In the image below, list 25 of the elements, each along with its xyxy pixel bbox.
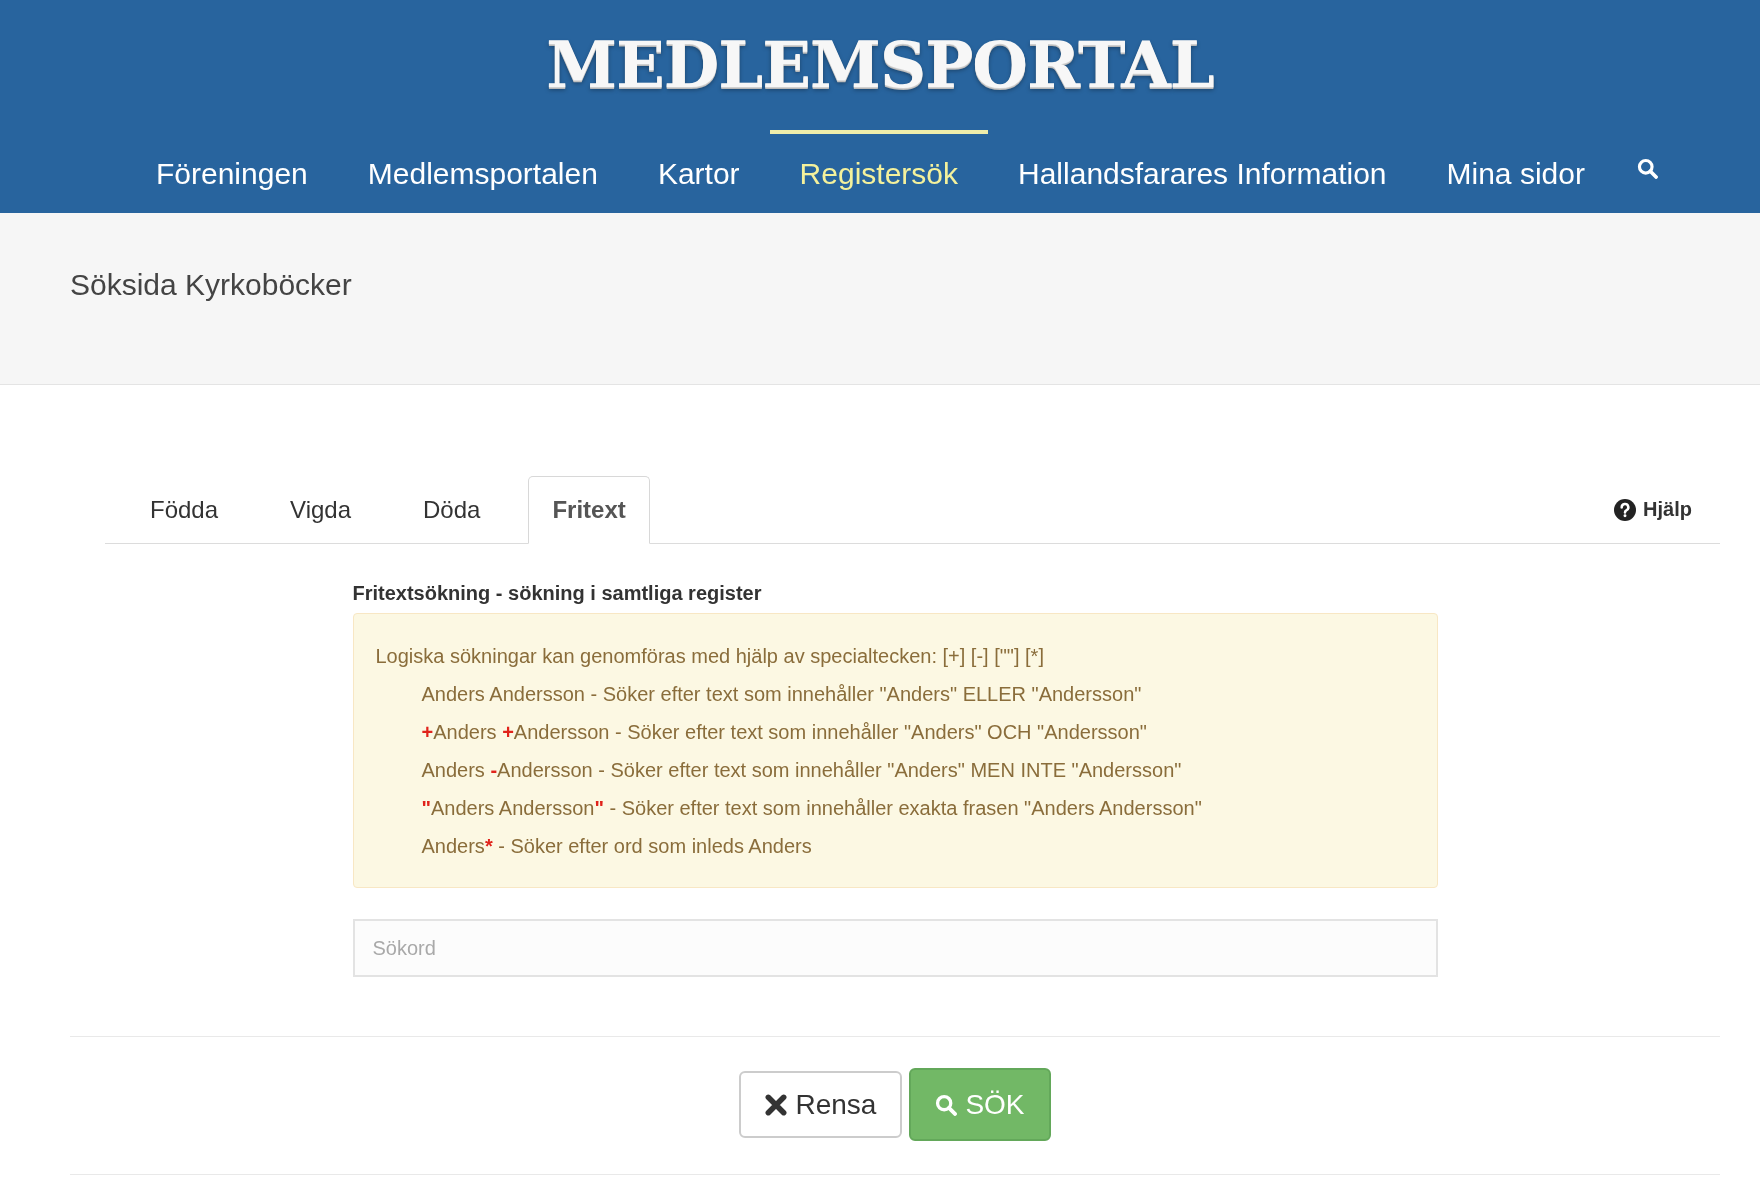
nav-link[interactable]: Mina sidor bbox=[1416, 130, 1615, 213]
search-icon[interactable] bbox=[1636, 158, 1658, 179]
logo-text[interactable]: MEDLEMSPORTAL bbox=[546, 33, 1214, 97]
example-text: Anders* - Söker efter ord som inleds Anders bbox=[420, 834, 813, 859]
section-heading: Fritextsökning - sökning i samtliga register bbox=[352, 581, 763, 605]
tab[interactable]: Döda bbox=[399, 476, 505, 544]
nav-link[interactable]: Kartor bbox=[627, 130, 770, 213]
example-text: Anders Andersson - Söker efter text som innehåller "Anders" ELLER "Andersson" bbox=[420, 682, 1143, 707]
clear-button[interactable]: Rensa bbox=[739, 1071, 903, 1138]
nav-link[interactable]: Hallandsfarares Information bbox=[988, 130, 1417, 213]
help-icon bbox=[1614, 498, 1637, 521]
help-link[interactable]: Hjälp bbox=[1614, 498, 1692, 521]
page-title: Söksida Kyrkoböcker bbox=[70, 267, 352, 303]
search-icon bbox=[935, 1093, 958, 1116]
tab[interactable]: Fritext bbox=[528, 476, 650, 544]
nav-link[interactable]: Medlemsportalen bbox=[337, 130, 628, 213]
example-text: Anders -Andersson - Söker efter text som innehåller "Anders" MEN INTE "Andersson" bbox=[420, 758, 1183, 783]
tab[interactable]: Vigda bbox=[266, 476, 375, 544]
info-text: Logiska sökningar kan genomföras med hjälp av specialtecken: [+] [-] [""] [*] bbox=[375, 644, 1045, 669]
nav-link[interactable]: Föreningen bbox=[126, 130, 338, 213]
example-text: "Anders Andersson" - Söker efter text som innehåller exakta frasen "Anders Andersson" bbox=[420, 796, 1203, 821]
close-icon bbox=[765, 1093, 788, 1116]
tab[interactable]: Födda bbox=[126, 476, 243, 544]
example-text: +Anders +Andersson - Söker efter text som innehåller "Anders" OCH "Andersson" bbox=[420, 720, 1148, 745]
search-field[interactable]: Sökord bbox=[352, 919, 1438, 977]
